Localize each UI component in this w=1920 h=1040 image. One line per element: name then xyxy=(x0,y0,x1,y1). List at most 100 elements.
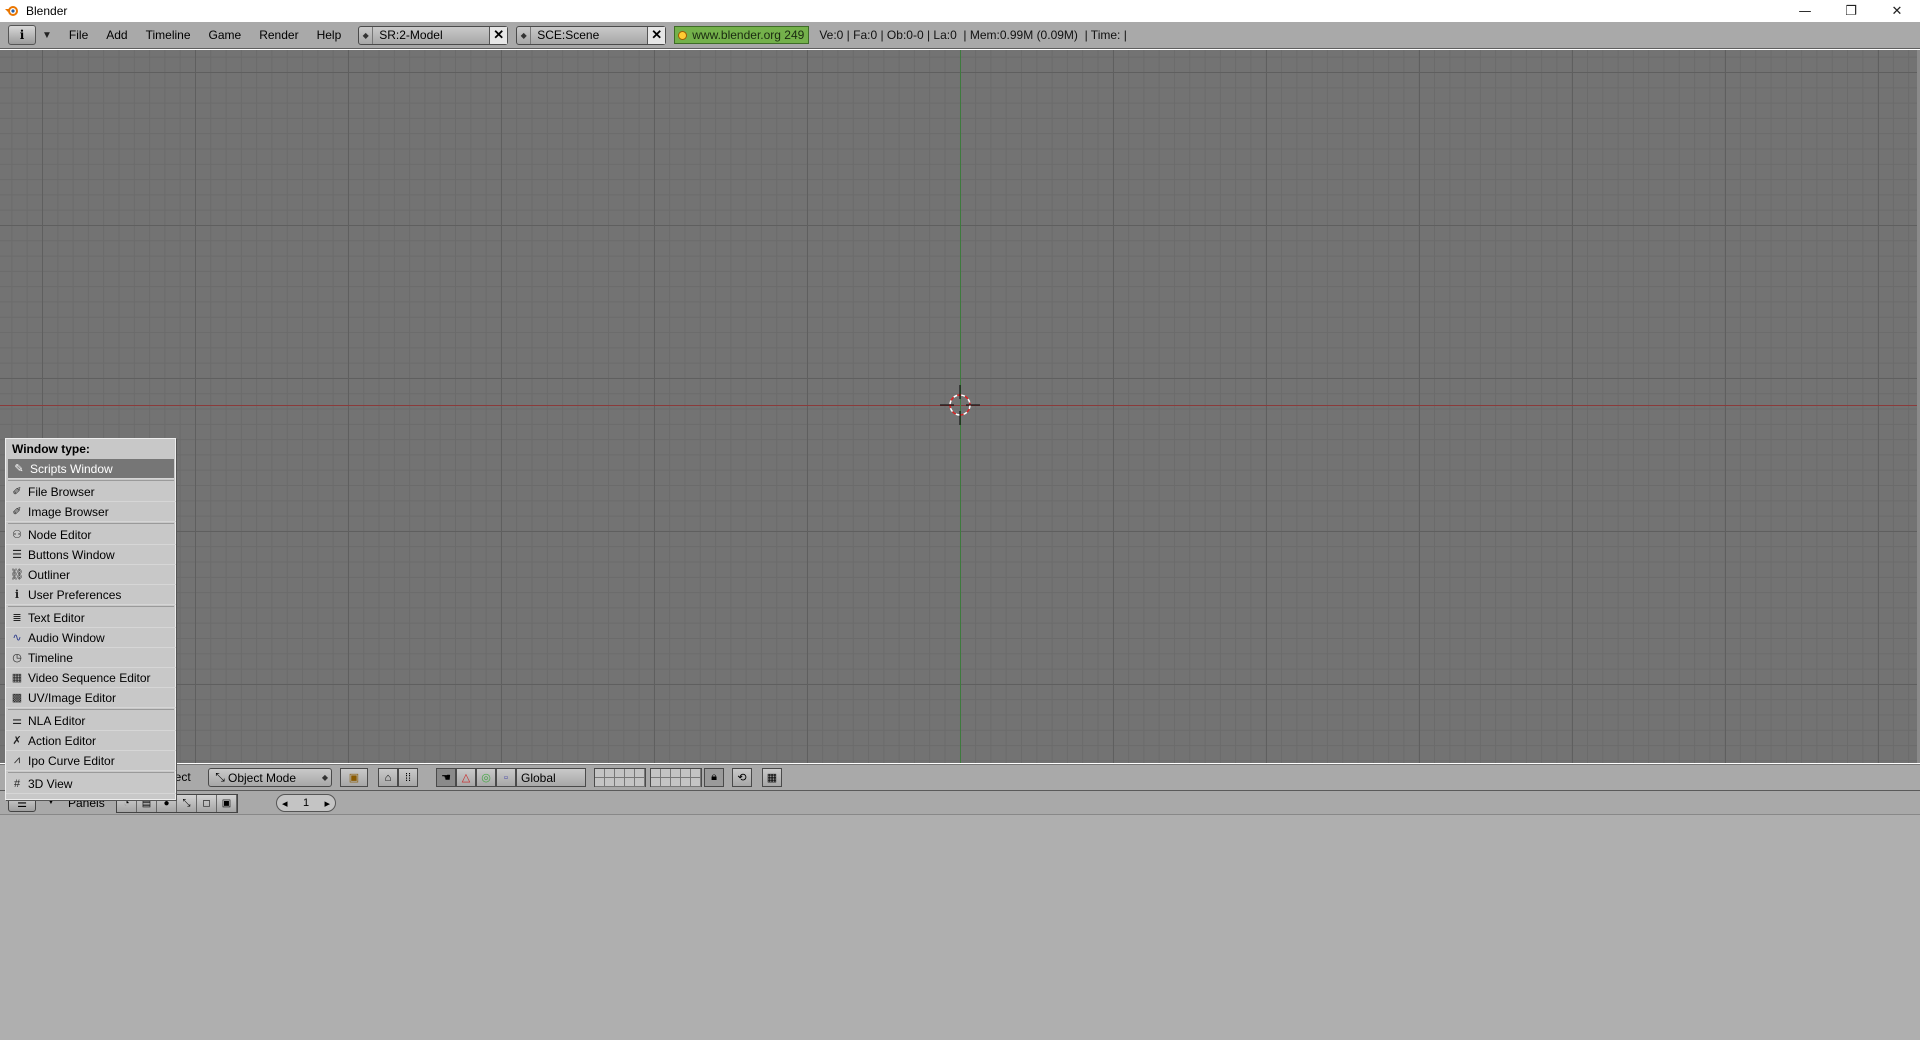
item-label: Text Editor xyxy=(28,610,85,625)
lock-layers-button[interactable]: 🔒︎ xyxy=(704,768,724,787)
item-label: Action Editor xyxy=(28,733,97,748)
os-title-bar: Blender — ❐ ✕ xyxy=(0,0,1920,22)
window-type-image-browser[interactable]: ✐ Image Browser xyxy=(6,502,176,522)
minimize-button[interactable]: — xyxy=(1782,0,1828,22)
layer-buttons-left[interactable] xyxy=(594,768,646,787)
layer-view-button[interactable]: ⁞⁞ xyxy=(398,768,418,787)
window-type-video-sequence-editor[interactable]: ▦ Video Sequence Editor xyxy=(6,668,176,688)
dropdown-arrows-icon: ◆ xyxy=(321,773,328,782)
render-icon: ▦ xyxy=(766,772,778,784)
item-label: 3D View xyxy=(28,776,73,791)
window-type-nla-editor[interactable]: ⚌ NLA Editor xyxy=(6,711,176,731)
menu-render[interactable]: Render xyxy=(250,25,307,45)
scene-stats: Ve:0 | Fa:0 | Ob:0-0 | La:0 | Mem:0.99M … xyxy=(819,28,1127,42)
scene-browse-icon[interactable]: ◆ xyxy=(517,26,532,44)
pivot-icon: ⌂ xyxy=(384,771,392,784)
outliner-icon: ⛓ xyxy=(10,569,24,581)
window-type-timeline[interactable]: ◷ Timeline xyxy=(6,648,176,668)
delete-screen-button[interactable]: ✕ xyxy=(489,26,508,44)
window-type-text-editor[interactable]: ≣ Text Editor xyxy=(6,608,176,628)
link-button[interactable]: ⟲ xyxy=(732,768,752,787)
object-mode-icon: ⤡ xyxy=(215,770,225,784)
menu-timeline[interactable]: Timeline xyxy=(137,25,200,45)
item-label: File Browser xyxy=(28,484,95,499)
frame-decrement-icon[interactable]: ◂ xyxy=(282,797,288,810)
item-label: Node Editor xyxy=(28,527,92,542)
window-type-audio-window[interactable]: ∿ Audio Window xyxy=(6,628,176,648)
menu-file[interactable]: File xyxy=(60,25,97,45)
current-frame-field[interactable]: ◂ 1 ▸ xyxy=(276,794,336,812)
scene-selector[interactable]: ◆ SCE:Scene ✕ xyxy=(516,25,667,45)
window-type-node-editor[interactable]: ⚇ Node Editor xyxy=(6,525,176,545)
window-type-button[interactable]: i xyxy=(8,25,36,45)
scale-manipulator[interactable]: ▫ xyxy=(496,768,516,787)
window-type-3d-view[interactable]: #3D View xyxy=(6,774,176,794)
3d-view-icon: # xyxy=(13,777,21,790)
rotate-icon: ◎ xyxy=(481,772,491,784)
translate-icon: △ xyxy=(461,772,471,784)
delete-scene-button[interactable]: ✕ xyxy=(647,26,666,44)
blender-dot-icon xyxy=(678,30,688,40)
blender-org-badge[interactable]: www.blender.org 249 xyxy=(674,26,810,44)
lock-icon: 🔒︎ xyxy=(711,771,717,783)
scale-icon: ▫ xyxy=(504,771,508,784)
window-type-popup: Window type: ✎ Scripts Window ✐ File Brows… xyxy=(5,438,176,800)
timeline-icon: ◷ xyxy=(12,652,22,664)
menu-game[interactable]: Game xyxy=(200,25,251,45)
mode-label: Object Mode xyxy=(228,770,297,785)
window-type-scripts[interactable]: ✎ Scripts Window xyxy=(8,459,174,479)
manipulator-toggle[interactable]: ☚ xyxy=(436,768,456,787)
layer-buttons-right[interactable] xyxy=(650,768,702,787)
menu-help[interactable]: Help xyxy=(308,25,351,45)
text-editor-icon: ≣ xyxy=(12,612,22,624)
window-title: Blender xyxy=(26,4,68,18)
window-type-uv-image-editor[interactable]: ▩ UV/Image Editor xyxy=(6,688,176,708)
audio-icon: ∿ xyxy=(12,632,22,644)
window-type-user-preferences[interactable]: i User Preferences xyxy=(6,585,176,605)
screen-name-field[interactable]: SR:2-Model xyxy=(373,28,489,42)
image-browser-icon: ✐ xyxy=(12,506,22,518)
3d-viewport[interactable] xyxy=(0,50,1920,763)
3d-cursor-icon xyxy=(940,385,980,425)
window-type-buttons-window[interactable]: ☰ Buttons Window xyxy=(6,545,176,565)
item-label: Ipo Curve Editor xyxy=(28,753,115,768)
screen-selector[interactable]: ◆ SR:2-Model ✕ xyxy=(358,25,509,45)
window-type-file-browser[interactable]: ✐ File Browser xyxy=(6,482,176,502)
window-type-action-editor[interactable]: ✗ Action Editor xyxy=(6,731,176,751)
collapse-menu-triangle-icon[interactable]: ▼ xyxy=(42,30,52,41)
draw-type-button[interactable]: ▣ xyxy=(340,768,368,787)
info-icon: i xyxy=(14,588,20,601)
transform-orientation-selector[interactable]: Global xyxy=(516,768,586,787)
close-button[interactable]: ✕ xyxy=(1874,0,1920,22)
pivot-button[interactable]: ⌂ xyxy=(378,768,398,787)
buttons-window-icon: ☰ xyxy=(12,549,22,561)
screen-browse-icon[interactable]: ◆ xyxy=(359,26,374,44)
buttons-window: ☰ ▼ Panels ◔ ▤ ● ⤡ ◻ ▣ ◂ 1 ▸ xyxy=(0,790,1920,1040)
item-label: Scripts Window xyxy=(30,461,113,476)
scripts-icon: ✎ xyxy=(14,463,24,475)
ipo-icon: ⩘ xyxy=(13,754,21,766)
uv-image-icon: ▩ xyxy=(11,692,23,704)
window-type-ipo-curve-editor[interactable]: ⩘ Ipo Curve Editor xyxy=(6,751,176,771)
window-type-outliner[interactable]: ⛓ Outliner xyxy=(6,565,176,585)
object-context-icon[interactable]: ⤡ xyxy=(177,795,197,812)
orientation-label: Global xyxy=(521,770,556,785)
3d-view-header: ject ⤡ Object Mode ◆ ▣ ⌂ ⁞⁞ ☚ △ ◎ ▫ Glob… xyxy=(0,764,1920,790)
rotate-manipulator[interactable]: ◎ xyxy=(476,768,496,787)
blender-logo-icon xyxy=(5,6,18,16)
link-icon: ⟲ xyxy=(737,772,747,784)
scene-context-icon[interactable]: ▣ xyxy=(217,795,237,812)
menu-add[interactable]: Add xyxy=(97,25,136,45)
render-preview-button[interactable]: ▦ xyxy=(762,768,782,787)
editing-context-icon[interactable]: ◻ xyxy=(197,795,217,812)
info-header: i ▼ File Add Timeline Game Render Help ◆… xyxy=(0,22,1920,49)
translate-manipulator[interactable]: △ xyxy=(456,768,476,787)
mode-selector[interactable]: ⤡ Object Mode ◆ xyxy=(208,768,332,787)
frame-increment-icon[interactable]: ▸ xyxy=(324,797,330,810)
popup-title: Window type: xyxy=(12,442,90,456)
info-icon: i xyxy=(19,28,25,42)
blender-url: www.blender.org 249 xyxy=(692,28,805,42)
solid-cube-icon: ▣ xyxy=(348,772,360,784)
restore-button[interactable]: ❐ xyxy=(1828,0,1874,22)
scene-name-field[interactable]: SCE:Scene xyxy=(531,28,647,42)
